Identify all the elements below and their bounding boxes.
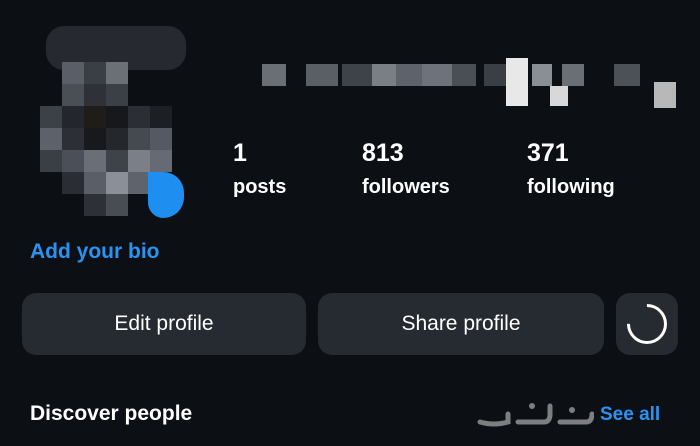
posts-count: 1: [233, 139, 247, 167]
share-profile-label: Share profile: [401, 312, 521, 335]
avatar[interactable]: [36, 22, 196, 232]
profile-screen: 1 posts 813 followers 371 following Add …: [0, 0, 700, 446]
story-badge: [148, 172, 184, 218]
discover-people-title: Discover people: [30, 402, 193, 425]
followers-stat[interactable]: 813 followers: [362, 136, 450, 204]
see-all-link[interactable]: See all: [600, 404, 660, 426]
watermark-logo: [477, 403, 594, 427]
username-redacted: [262, 58, 682, 108]
add-bio-link[interactable]: Add your bio: [30, 240, 160, 264]
discover-people-icon: [618, 295, 676, 353]
posts-label: posts: [233, 176, 287, 198]
following-stat[interactable]: 371 following: [527, 136, 615, 204]
edit-profile-button[interactable]: Edit profile: [22, 293, 306, 355]
posts-stat[interactable]: 1 posts: [233, 136, 286, 204]
discover-people-button[interactable]: [616, 293, 678, 355]
followers-count: 813: [362, 139, 404, 167]
following-label: following: [527, 176, 615, 198]
share-profile-button[interactable]: Share profile: [318, 293, 604, 355]
following-count: 371: [527, 139, 569, 167]
followers-label: followers: [362, 176, 450, 198]
edit-profile-label: Edit profile: [114, 312, 214, 335]
